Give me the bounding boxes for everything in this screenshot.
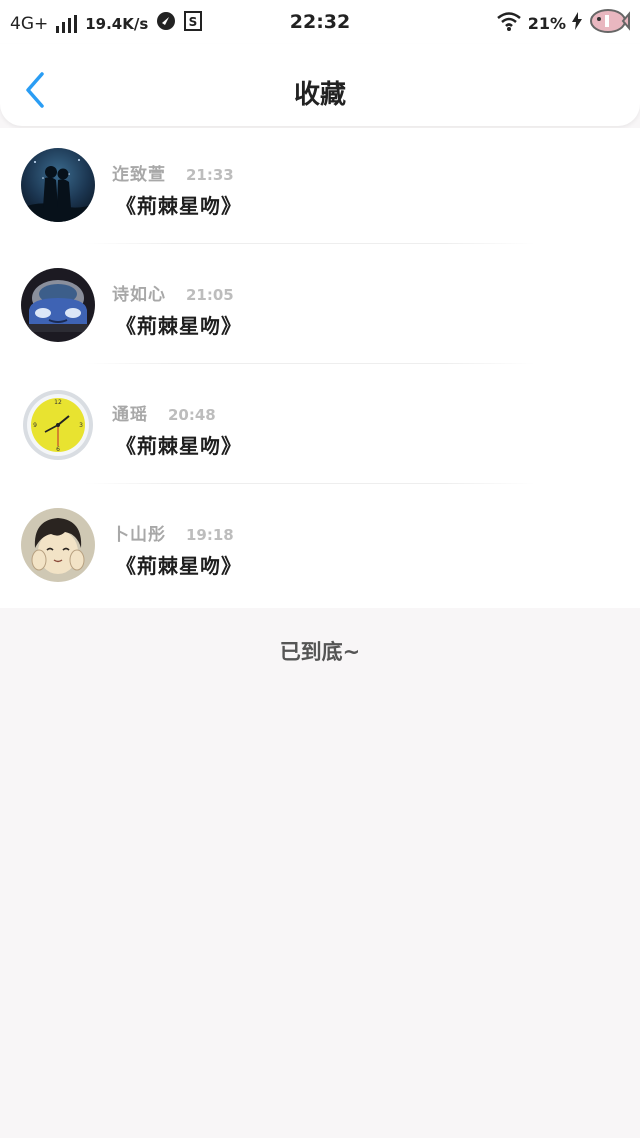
blue-car-avatar-icon <box>21 268 95 342</box>
yellow-clock-avatar-icon: 12 3 6 9 <box>21 388 95 462</box>
divider <box>85 243 535 244</box>
book-title: 《荊棘星吻》 <box>116 554 242 578</box>
item-meta: 迮致萱 21:33 <box>112 160 234 185</box>
couple-silhouette-avatar-icon <box>21 148 95 222</box>
item-meta: 卜山彤 19:18 <box>112 520 234 545</box>
svg-text:3: 3 <box>79 422 83 429</box>
screen: 4G+ 19.4K/s S 22:32 21% 收藏 迮致萱 21:33 《荊棘… <box>0 0 640 1138</box>
item-meta: 通瑶 20:48 <box>112 400 216 425</box>
user-name: 迮致萱 <box>112 165 166 185</box>
avatar[interactable] <box>21 508 95 582</box>
end-of-list-text: 已到底~ <box>279 640 361 664</box>
user-name: 诗如心 <box>112 285 166 305</box>
svg-text:12: 12 <box>54 399 62 406</box>
list-item[interactable]: 12 3 6 9 通瑶 20:48 《荊棘星吻》 <box>0 368 640 488</box>
avatar[interactable] <box>21 268 95 342</box>
timestamp: 21:33 <box>186 166 234 184</box>
battery-level: 21% <box>527 14 566 33</box>
svg-text:9: 9 <box>33 422 37 429</box>
timestamp: 19:18 <box>186 526 234 544</box>
avatar[interactable] <box>21 148 95 222</box>
list-item[interactable]: 迮致萱 21:33 《荊棘星吻》 <box>0 128 640 248</box>
status-right: 21% <box>496 8 630 39</box>
svg-text:6: 6 <box>56 446 60 453</box>
timestamp: 21:05 <box>186 286 234 304</box>
item-meta: 诗如心 21:05 <box>112 280 234 305</box>
charging-icon <box>572 12 582 35</box>
list-item[interactable]: 诗如心 21:05 《荊棘星吻》 <box>0 248 640 368</box>
wifi-icon <box>496 10 522 37</box>
divider <box>85 483 535 484</box>
timestamp: 20:48 <box>168 406 216 424</box>
user-name: 通瑶 <box>112 405 148 425</box>
avatar[interactable]: 12 3 6 9 <box>21 388 95 462</box>
book-title: 《荊棘星吻》 <box>116 314 242 338</box>
book-title: 《荊棘星吻》 <box>116 194 242 218</box>
divider <box>85 363 535 364</box>
user-name: 卜山彤 <box>112 525 166 545</box>
page-title: 收藏 <box>293 80 346 110</box>
status-bar: 4G+ 19.4K/s S 22:32 21% <box>0 0 640 44</box>
list-item[interactable]: 卜山彤 19:18 《荊棘星吻》 <box>0 488 640 608</box>
header: 收藏 <box>0 44 640 126</box>
anime-boy-avatar-icon <box>21 508 95 582</box>
book-title: 《荊棘星吻》 <box>116 434 242 458</box>
battery-fish-icon <box>588 8 630 39</box>
favorites-list: 迮致萱 21:33 《荊棘星吻》 诗如心 21:05 《荊棘星吻》 12 3 6… <box>0 128 640 608</box>
